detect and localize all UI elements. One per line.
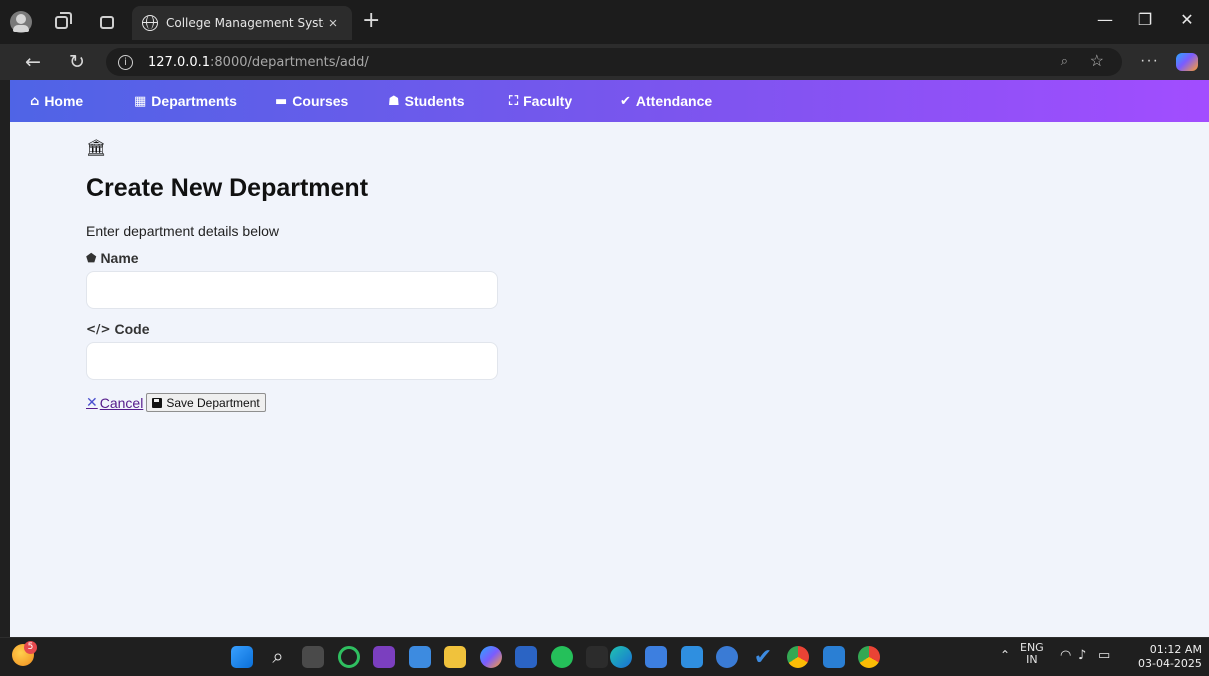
copilot-taskbar-icon[interactable]: [480, 646, 502, 668]
minimize-button[interactable]: —: [1090, 10, 1120, 29]
clock[interactable]: 01:12 AM 03-04-2025: [1138, 643, 1202, 671]
nav-attendance[interactable]: ✔ Attendance: [620, 93, 712, 109]
nav-faculty-label: Faculty: [523, 93, 573, 109]
copilot-icon[interactable]: [1176, 53, 1198, 71]
task-view-icon[interactable]: [302, 646, 324, 668]
url-field[interactable]: i 127.0.0.1:8000/departments/add/ ⌕ ☆: [106, 48, 1122, 76]
back-arrow-icon[interactable]: ←: [20, 51, 46, 73]
app-ring-icon[interactable]: [338, 646, 360, 668]
nav-students-label: Students: [404, 93, 465, 109]
nav-attendance-label: Attendance: [635, 93, 713, 109]
name-label-text: Name: [100, 250, 139, 266]
close-x-icon: ✕: [86, 394, 98, 410]
chrome-profile-icon[interactable]: [858, 646, 880, 668]
globe-icon: [142, 15, 158, 31]
nav-departments-label: Departments: [151, 93, 237, 109]
nav-faculty[interactable]: ⛶ Faculty: [509, 93, 572, 109]
lang-bottom: IN: [1026, 653, 1038, 666]
top-navigation: ⌂ Home ▦ Departments ▬ Courses ☗ Student…: [10, 80, 1209, 122]
code-label-text: Code: [114, 321, 150, 337]
onenote-icon[interactable]: [373, 646, 395, 668]
name-label: ⬟ Name: [86, 250, 686, 266]
nav-home-label: Home: [44, 93, 84, 109]
page-title: Create New Department: [86, 174, 369, 202]
nav-students[interactable]: ☗ Students: [388, 93, 465, 109]
tab-actions-icon[interactable]: [96, 11, 118, 33]
battery-icon[interactable]: ▭: [1098, 648, 1110, 663]
taskbar: 5 ⌕ ✔ ⌃ ENG IN ◠ ♪ ▭ 01:12 AM 03-04-2025: [0, 637, 1209, 676]
teams-icon[interactable]: [409, 646, 431, 668]
refresh-icon[interactable]: ↻: [64, 51, 90, 73]
code-input[interactable]: [86, 342, 498, 380]
url-host: 127.0.0.1: [148, 54, 211, 70]
zoom-icon[interactable]: ⌕: [1061, 53, 1068, 69]
floppy-disk-icon: [152, 397, 163, 408]
todo-check-icon[interactable]: ✔: [752, 646, 774, 668]
whatsapp-icon[interactable]: [551, 646, 573, 668]
nav-home[interactable]: ⌂ Home: [30, 93, 83, 109]
favorite-star-icon[interactable]: ☆: [1090, 51, 1104, 71]
book-icon: ▬: [275, 93, 288, 109]
wifi-icon[interactable]: ◠: [1060, 648, 1071, 663]
nav-departments[interactable]: ▦ Departments: [134, 93, 237, 109]
vscode-icon[interactable]: [823, 646, 845, 668]
name-input[interactable]: [86, 271, 498, 309]
workspaces-icon[interactable]: [50, 11, 72, 33]
browser-tab-strip: College Management System × + — ❐ ✕: [0, 0, 1209, 44]
edge-active-bg: [586, 646, 608, 668]
form-subtitle: Enter department details below: [86, 223, 279, 239]
code-icon: </>: [86, 322, 111, 336]
more-menu-icon[interactable]: ···: [1140, 52, 1159, 70]
restore-button[interactable]: ❐: [1130, 10, 1160, 29]
clipboard-check-icon: ✔: [620, 93, 631, 109]
building-icon: ▦: [134, 93, 147, 109]
search-icon[interactable]: ⌕: [267, 646, 289, 668]
help-icon[interactable]: [716, 646, 738, 668]
tab-title: College Management System: [166, 16, 324, 30]
store-icon[interactable]: [645, 646, 667, 668]
clock-time: 01:12 AM: [1149, 643, 1202, 656]
start-icon[interactable]: [231, 646, 253, 668]
home-icon: ⌂: [30, 93, 40, 109]
graduate-icon: ☗: [388, 93, 400, 109]
language-indicator[interactable]: ENG IN: [1020, 642, 1044, 666]
code-label: </> Code: [86, 321, 686, 337]
word-icon[interactable]: [515, 646, 537, 668]
file-explorer-icon[interactable]: [444, 646, 466, 668]
cancel-label: Cancel: [99, 394, 144, 411]
notification-badge: 5: [24, 641, 37, 654]
save-department-button[interactable]: Save Department: [146, 393, 266, 412]
save-label: Save Department: [166, 395, 260, 410]
site-info-icon[interactable]: i: [118, 54, 133, 70]
address-bar: ← ↻ i 127.0.0.1:8000/departments/add/ ⌕ …: [0, 44, 1209, 80]
browser-tab[interactable]: College Management System ×: [132, 6, 352, 40]
close-window-button[interactable]: ✕: [1172, 10, 1202, 29]
tray-chevron-icon[interactable]: ⌃: [1000, 648, 1010, 662]
new-tab-button[interactable]: +: [362, 10, 380, 32]
volume-icon[interactable]: ♪: [1078, 648, 1086, 663]
web-page: ⌂ Home ▦ Departments ▬ Courses ☗ Student…: [10, 80, 1209, 637]
url-path: :8000/departments/add/: [210, 54, 369, 70]
tab-close-icon[interactable]: ×: [324, 15, 342, 32]
form-actions: ✕ Cancel Save Department: [86, 393, 686, 412]
chrome-icon[interactable]: [787, 646, 809, 668]
nav-courses[interactable]: ▬ Courses: [275, 93, 348, 109]
tag-icon: ⬟: [86, 251, 97, 265]
clock-date: 03-04-2025: [1138, 657, 1202, 670]
profile-icon[interactable]: [10, 11, 32, 33]
department-form: 🏛 Create New Department Enter department…: [86, 138, 686, 412]
teacher-icon: ⛶: [509, 93, 519, 109]
edge-icon[interactable]: [610, 646, 632, 668]
mylife-icon[interactable]: [681, 646, 703, 668]
nav-courses-label: Courses: [292, 93, 349, 109]
cancel-link[interactable]: ✕ Cancel: [86, 394, 143, 411]
institution-icon: 🏛: [86, 138, 107, 157]
